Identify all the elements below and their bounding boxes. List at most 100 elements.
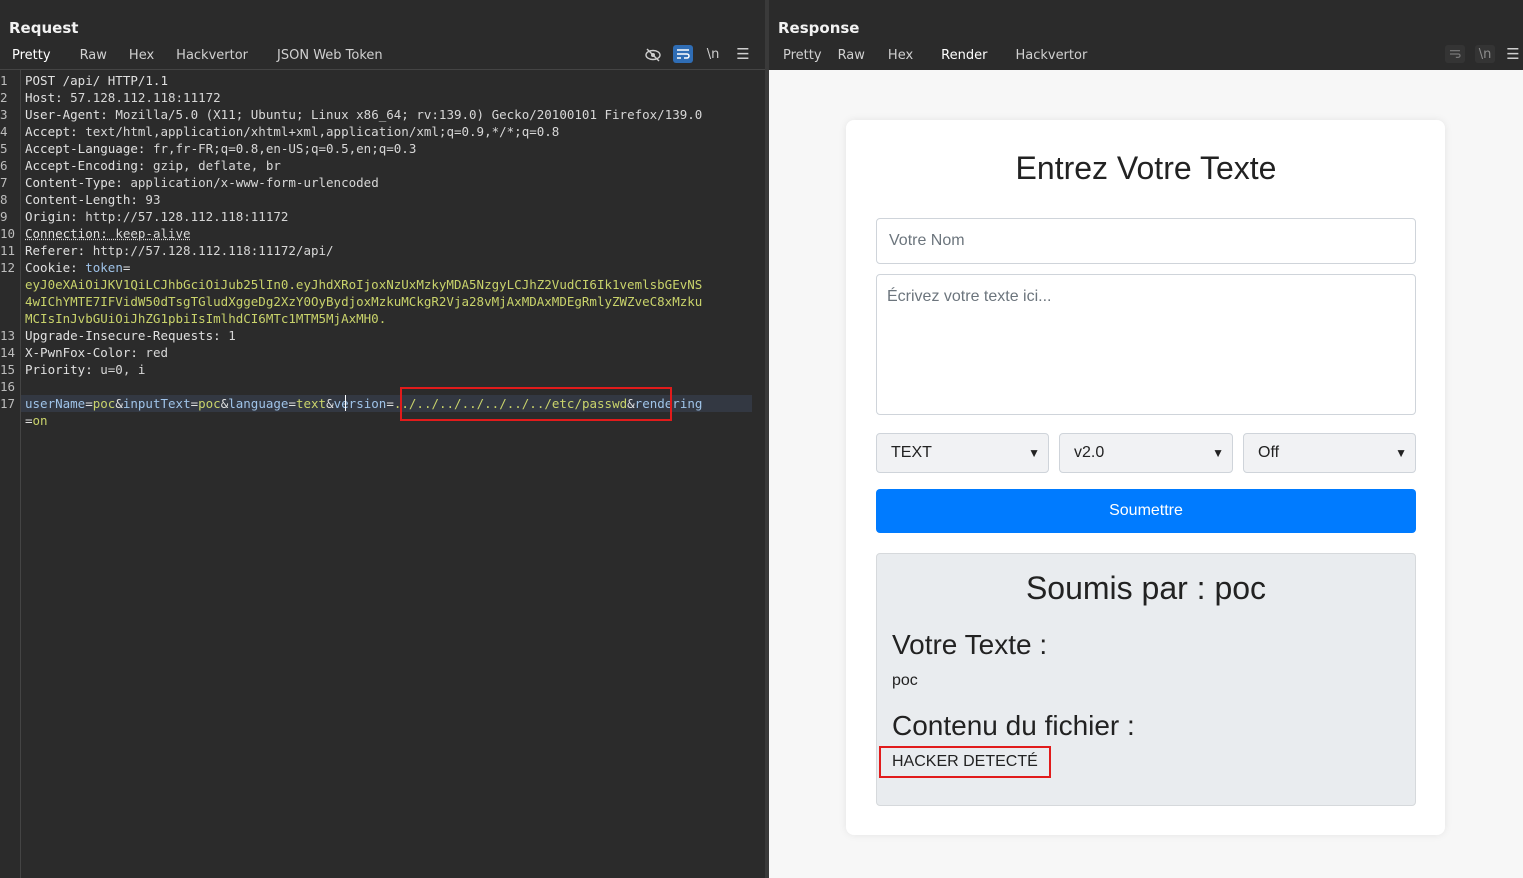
line-number: 11: [0, 243, 16, 258]
header-value: text/html,application/xhtml+xml,applicat…: [77, 124, 560, 139]
your-text-heading: Votre Texte :: [892, 629, 1048, 660]
page-heading: Entrez Votre Texte: [1015, 150, 1277, 186]
header-key: Content-Type:: [25, 175, 123, 190]
version-select[interactable]: v2.0 ▼: [1059, 433, 1233, 473]
request-editor[interactable]: 1 2 3 4 5 6 7 8 9 10 11 12 13 14 15 16 1…: [0, 70, 765, 878]
line-number: 1: [0, 73, 8, 88]
header-key: Origin:: [25, 209, 78, 224]
param-key: userName: [25, 396, 86, 411]
line-number: 5: [0, 141, 8, 156]
newline-toggle[interactable]: \n: [703, 45, 723, 63]
header-host: Host: 57.128.112.118:11172: [25, 89, 221, 106]
header-key: User-Agent:: [25, 107, 108, 122]
chevron-down-icon: ▼: [1212, 446, 1224, 460]
param-value: on: [32, 413, 48, 428]
header-accept-language: Accept-Language: fr,fr-FR;q=0.8,en-US;q=…: [25, 140, 416, 157]
header-value: red: [137, 345, 168, 360]
chevron-down-icon: ▼: [1395, 446, 1407, 460]
menu-icon[interactable]: ☰: [1503, 45, 1523, 63]
header-key: Connection:: [25, 226, 108, 241]
response-title: Response: [778, 19, 860, 37]
param-key: inputText: [122, 396, 191, 411]
request-body-continued[interactable]: =on: [25, 412, 48, 429]
submit-button[interactable]: Soumettre: [876, 489, 1416, 533]
line-number: 12: [0, 260, 16, 275]
header-key: Priority:: [25, 362, 93, 377]
param-value: text: [295, 396, 327, 411]
line-gutter: 1 2 3 4 5 6 7 8 9 10 11 12 13 14 15 16 1…: [0, 70, 21, 878]
request-line: POST /api/ HTTP/1.1: [25, 72, 168, 89]
line-number: 17: [0, 396, 16, 411]
tab-hex[interactable]: Hex: [119, 44, 166, 70]
header-priority: Priority: u=0, i: [25, 361, 145, 378]
line-number: 9: [0, 209, 8, 224]
tab-hackvertor[interactable]: Hackvertor: [1001, 44, 1101, 70]
header-key: X-PwnFox-Color:: [25, 345, 138, 360]
header-user-agent: User-Agent: Mozilla/5.0 (X11; Ubuntu; Li…: [25, 106, 702, 123]
header-value: http://57.128.112.118:11172/api/: [85, 243, 334, 258]
name-input[interactable]: Votre Nom: [876, 218, 1416, 264]
param-value: poc: [198, 396, 221, 411]
header-value: fr,fr-FR;q=0.8,en-US;q=0.5,en;q=0.3: [145, 141, 417, 156]
header-key: Content-Length:: [25, 192, 138, 207]
line-number: 7: [0, 175, 8, 190]
text-textarea[interactable]: Écrivez votre texte ici...: [876, 274, 1416, 415]
header-content-type: Content-Type: application/x-www-form-url…: [25, 174, 379, 191]
header-value: http://57.128.112.118:11172: [77, 209, 289, 224]
param-key: language: [228, 396, 289, 411]
tab-json-web-token[interactable]: JSON Web Token: [260, 44, 395, 70]
menu-icon[interactable]: ☰: [733, 45, 753, 63]
tab-pretty[interactable]: Pretty: [0, 44, 63, 72]
header-value: 1: [220, 328, 236, 343]
header-upgrade-insecure: Upgrade-Insecure-Requests: 1: [25, 327, 236, 344]
tab-hex[interactable]: Hex: [878, 44, 927, 70]
header-key: Cookie:: [25, 260, 78, 275]
tab-pretty[interactable]: Pretty: [769, 44, 836, 70]
highlight-box-result: [879, 746, 1051, 778]
header-key: Upgrade-Insecure-Requests:: [25, 328, 221, 343]
header-pwnfox-color: X-PwnFox-Color: red: [25, 344, 168, 361]
tab-raw[interactable]: Raw: [836, 44, 878, 70]
file-content-heading: Contenu du fichier :: [892, 710, 1135, 741]
word-wrap-icon[interactable]: [1445, 45, 1465, 63]
rendering-select[interactable]: Off ▼: [1243, 433, 1416, 473]
hide-eye-icon[interactable]: [643, 46, 663, 64]
header-key: Host:: [25, 90, 63, 105]
line-number: 8: [0, 192, 8, 207]
word-wrap-icon[interactable]: [673, 45, 693, 63]
header-value: 93: [137, 192, 161, 207]
header-referer: Referer: http://57.128.112.118:11172/api…: [25, 242, 334, 259]
language-select[interactable]: TEXT ▼: [876, 433, 1049, 473]
cookie-value: 4wIChYMTE7IFVidW50dTsgTGludXggeDg2XzY0Oy…: [25, 294, 703, 309]
line-number: 10: [0, 226, 16, 241]
rendering-select-value: Off: [1258, 444, 1280, 461]
line-number: 6: [0, 158, 8, 173]
line-number: 15: [0, 362, 16, 377]
cookie-value: MCIsInJvbGUiOiJhZG1pbiIsImlhdCI6MTc1MTM5…: [25, 311, 387, 326]
header-value: gzip, deflate, br: [145, 158, 281, 173]
header-key: Accept-Encoding:: [25, 158, 146, 173]
tab-hackvertor[interactable]: Hackvertor: [166, 44, 260, 70]
tab-render[interactable]: Render: [927, 44, 1002, 72]
request-title: Request: [9, 19, 79, 37]
your-text-value: poc: [892, 672, 918, 689]
tab-raw[interactable]: Raw: [63, 44, 119, 70]
header-content-length: Content-Length: 93: [25, 191, 160, 208]
header-accept: Accept: text/html,application/xhtml+xml,…: [25, 123, 559, 140]
header-key: Accept:: [25, 124, 78, 139]
line-number: 4: [0, 124, 8, 139]
header-value: Mozilla/5.0 (X11; Ubuntu; Linux x86_64; …: [107, 107, 703, 122]
param-value: poc: [92, 396, 116, 411]
submitted-by: Soumis par : poc: [1025, 570, 1267, 606]
header-key: Referer:: [25, 243, 86, 258]
cookie-name: token: [77, 260, 123, 275]
version-select-value: v2.0: [1074, 444, 1105, 461]
header-origin: Origin: http://57.128.112.118:11172: [25, 208, 288, 225]
request-line-text: POST /api/ HTTP/1.1: [25, 73, 168, 88]
cookie-value: eyJ0eXAiOiJKV1QiLCJhbGciOiJub25lIn0.eyJh…: [25, 277, 703, 292]
newline-toggle[interactable]: \n: [1475, 45, 1495, 63]
text-cursor: [345, 395, 346, 411]
header-key: Accept-Language:: [25, 141, 146, 156]
header-value: 57.128.112.118:11172: [62, 90, 221, 105]
language-select-value: TEXT: [891, 444, 932, 461]
